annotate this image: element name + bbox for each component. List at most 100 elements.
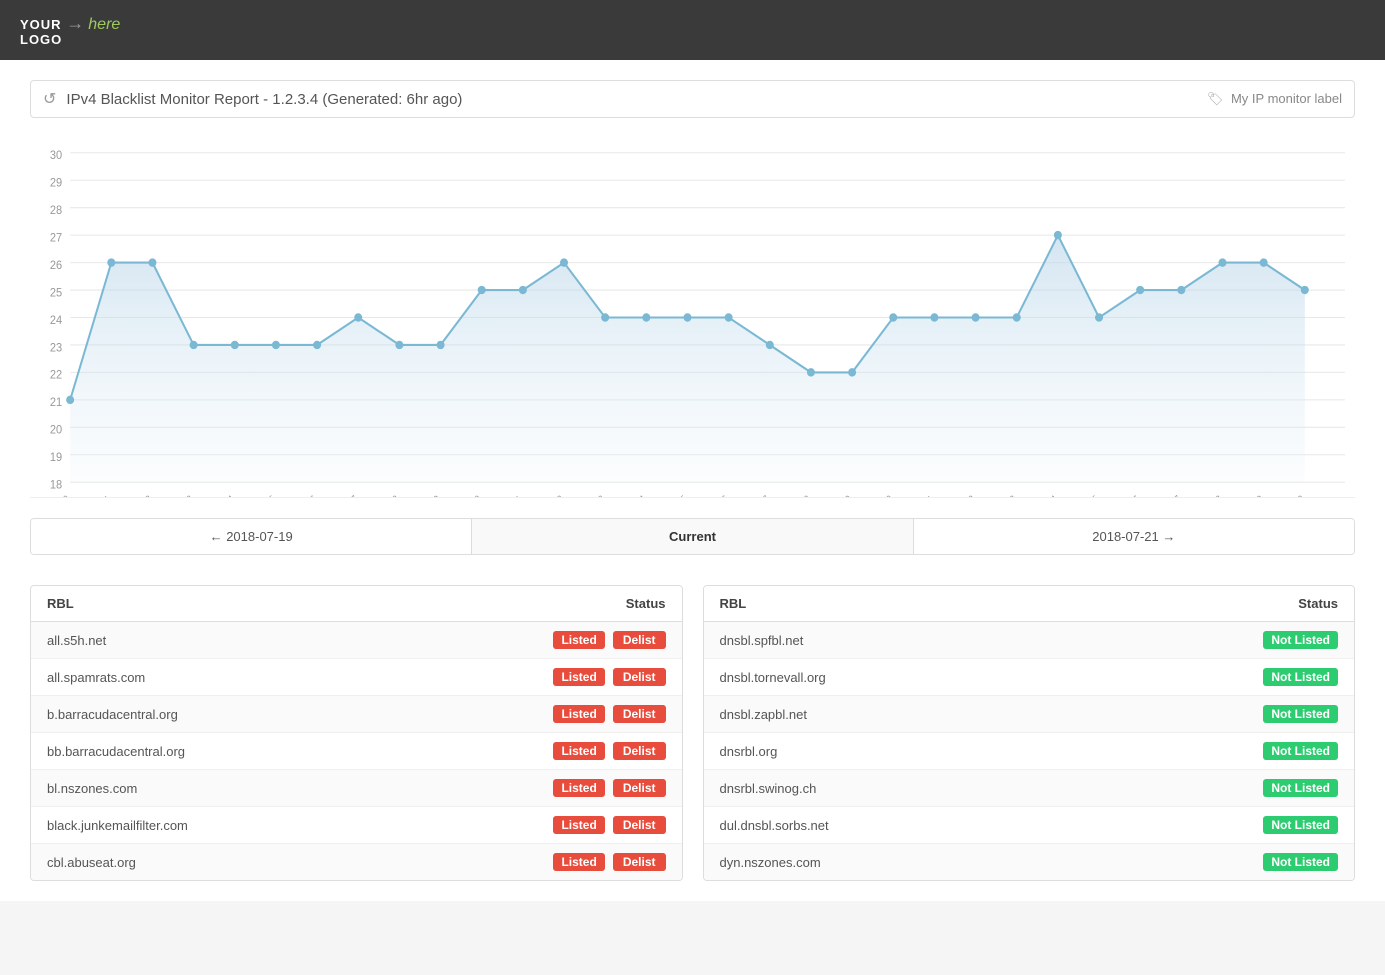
svg-text:2018-07-15: 2018-07-15 [1061,493,1101,497]
rbl-name: bb.barracudacentral.org [47,744,185,759]
svg-text:2018-07-08: 2018-07-08 [773,493,813,497]
status-badge-listed: Listed [553,816,604,834]
svg-text:2018-06-23: 2018-06-23 [155,493,195,497]
rbl-name: bl.nszones.com [47,781,137,796]
rbl-name: black.junkemailfilter.com [47,818,188,833]
svg-text:2018-07-09: 2018-07-09 [814,493,854,497]
refresh-icon[interactable]: ↺ [43,89,56,109]
right-col1-header: RBL [720,596,747,611]
svg-text:25: 25 [50,287,62,299]
status-cell: Not Listed [1263,853,1338,871]
status-cell: Listed Delist [553,816,665,834]
status-cell: Not Listed [1263,705,1338,723]
table-row: dul.dnsbl.sorbs.net Not Listed [704,807,1355,844]
svg-text:2018-07-19: 2018-07-19 [1225,493,1265,497]
right-table-header: RBL Status [704,586,1355,622]
report-title-left: ↺ IPv4 Blacklist Monitor Report - 1.2.3.… [43,89,462,109]
left-table: RBL Status all.s5h.net Listed Delist all… [30,585,683,881]
chart-svg: 30 29 28 27 26 25 24 23 22 21 20 19 18 [30,138,1355,497]
delist-button[interactable]: Delist [613,631,666,649]
rbl-name: dnsbl.zapbl.net [720,707,807,722]
svg-text:2018-06-21: 2018-06-21 [73,493,113,497]
svg-text:2018-07-07: 2018-07-07 [732,493,772,497]
rbl-name: dnsbl.spfbl.net [720,633,804,648]
left-table-body: all.s5h.net Listed Delist all.spamrats.c… [31,622,682,880]
status-cell: Listed Delist [553,779,665,797]
rbl-name: all.spamrats.com [47,670,145,685]
table-row: cbl.abuseat.org Listed Delist [31,844,682,880]
monitor-label-area[interactable]: 🏷 My IP monitor label [1207,91,1342,107]
main-content: ↺ IPv4 Blacklist Monitor Report - 1.2.3.… [0,60,1385,901]
date-navigation: ← 2018-07-19 Current 2018-07-21 → [30,518,1355,555]
rbl-name: b.barracudacentral.org [47,707,178,722]
svg-text:2018-07-06: 2018-07-06 [690,493,730,497]
table-row: all.s5h.net Listed Delist [31,622,682,659]
monitor-label-text: My IP monitor label [1231,91,1342,106]
nav-current[interactable]: Current [472,519,913,554]
table-row: black.junkemailfilter.com Listed Delist [31,807,682,844]
svg-text:2018-06-29: 2018-06-29 [402,493,442,497]
svg-text:2018-06-22: 2018-06-22 [114,493,154,497]
status-badge-listed: Listed [553,668,604,686]
rbl-name: dyn.nszones.com [720,855,821,870]
svg-text:2018-07-14: 2018-07-14 [1020,493,1060,497]
nav-prev[interactable]: ← 2018-07-19 [31,519,472,554]
delist-button[interactable]: Delist [613,779,666,797]
svg-text:2018-07-05: 2018-07-05 [649,493,689,497]
delist-button[interactable]: Delist [613,668,666,686]
table-row: dnsbl.tornevall.org Not Listed [704,659,1355,696]
svg-text:2018-07-04: 2018-07-04 [608,493,648,497]
right-table-body: dnsbl.spfbl.net Not Listed dnsbl.torneva… [704,622,1355,880]
chart-area-fill [70,235,1305,482]
delist-button[interactable]: Delist [613,816,666,834]
svg-text:2018-07-18: 2018-07-18 [1184,493,1224,497]
report-title: IPv4 Blacklist Monitor Report - 1.2.3.4 … [66,91,462,108]
status-badge-not-listed: Not Listed [1263,779,1338,797]
logo-here-text: here [88,16,120,34]
table-row: dnsrbl.org Not Listed [704,733,1355,770]
rbl-name: dnsbl.tornevall.org [720,670,826,685]
svg-text:2018-06-24: 2018-06-24 [197,493,237,497]
table-row: dnsrbl.swinog.ch Not Listed [704,770,1355,807]
svg-text:2018-06-27: 2018-06-27 [320,493,360,497]
svg-text:2018-06-20: 2018-06-20 [32,493,72,497]
svg-text:2018-07-16: 2018-07-16 [1102,493,1142,497]
rbl-tables: RBL Status all.s5h.net Listed Delist all… [30,585,1355,881]
delist-button[interactable]: Delist [613,853,666,871]
report-title-bar: ↺ IPv4 Blacklist Monitor Report - 1.2.3.… [30,80,1355,118]
status-badge-not-listed: Not Listed [1263,631,1338,649]
status-badge-not-listed: Not Listed [1263,705,1338,723]
table-row: b.barracudacentral.org Listed Delist [31,696,682,733]
rbl-name: dnsrbl.swinog.ch [720,781,817,796]
table-row: bl.nszones.com Listed Delist [31,770,682,807]
status-cell: Listed Delist [553,742,665,760]
svg-text:2018-06-28: 2018-06-28 [361,493,401,497]
svg-text:2018-07-11: 2018-07-11 [897,493,936,497]
table-row: dnsbl.zapbl.net Not Listed [704,696,1355,733]
status-cell: Listed Delist [553,705,665,723]
svg-text:26: 26 [50,260,62,272]
svg-text:2018-07-03: 2018-07-03 [567,493,607,497]
table-row: dnsbl.spfbl.net Not Listed [704,622,1355,659]
svg-text:2018-07-13: 2018-07-13 [979,493,1019,497]
status-badge-listed: Listed [553,705,604,723]
delist-button[interactable]: Delist [613,705,666,723]
nav-next[interactable]: 2018-07-21 → [914,519,1354,554]
rbl-name: dnsrbl.org [720,744,778,759]
table-row: all.spamrats.com Listed Delist [31,659,682,696]
right-col2-header: Status [1298,596,1338,611]
svg-text:2018-07-20: 2018-07-20 [1267,493,1307,497]
svg-text:2018-07-17: 2018-07-17 [1143,493,1183,497]
rbl-name: dul.dnsbl.sorbs.net [720,818,829,833]
right-table: RBL Status dnsbl.spfbl.net Not Listed dn… [703,585,1356,881]
svg-text:2018-07-12: 2018-07-12 [937,493,977,497]
status-cell: Listed Delist [553,631,665,649]
logo-block: YOURLOGO → here [20,13,120,47]
svg-text:2018-07-02: 2018-07-02 [526,493,566,497]
y-axis: 30 29 28 27 26 25 24 23 22 21 20 19 18 [50,150,62,492]
status-badge-not-listed: Not Listed [1263,853,1338,871]
status-cell: Not Listed [1263,742,1338,760]
status-cell: Listed Delist [553,668,665,686]
status-badge-not-listed: Not Listed [1263,668,1338,686]
delist-button[interactable]: Delist [613,742,666,760]
